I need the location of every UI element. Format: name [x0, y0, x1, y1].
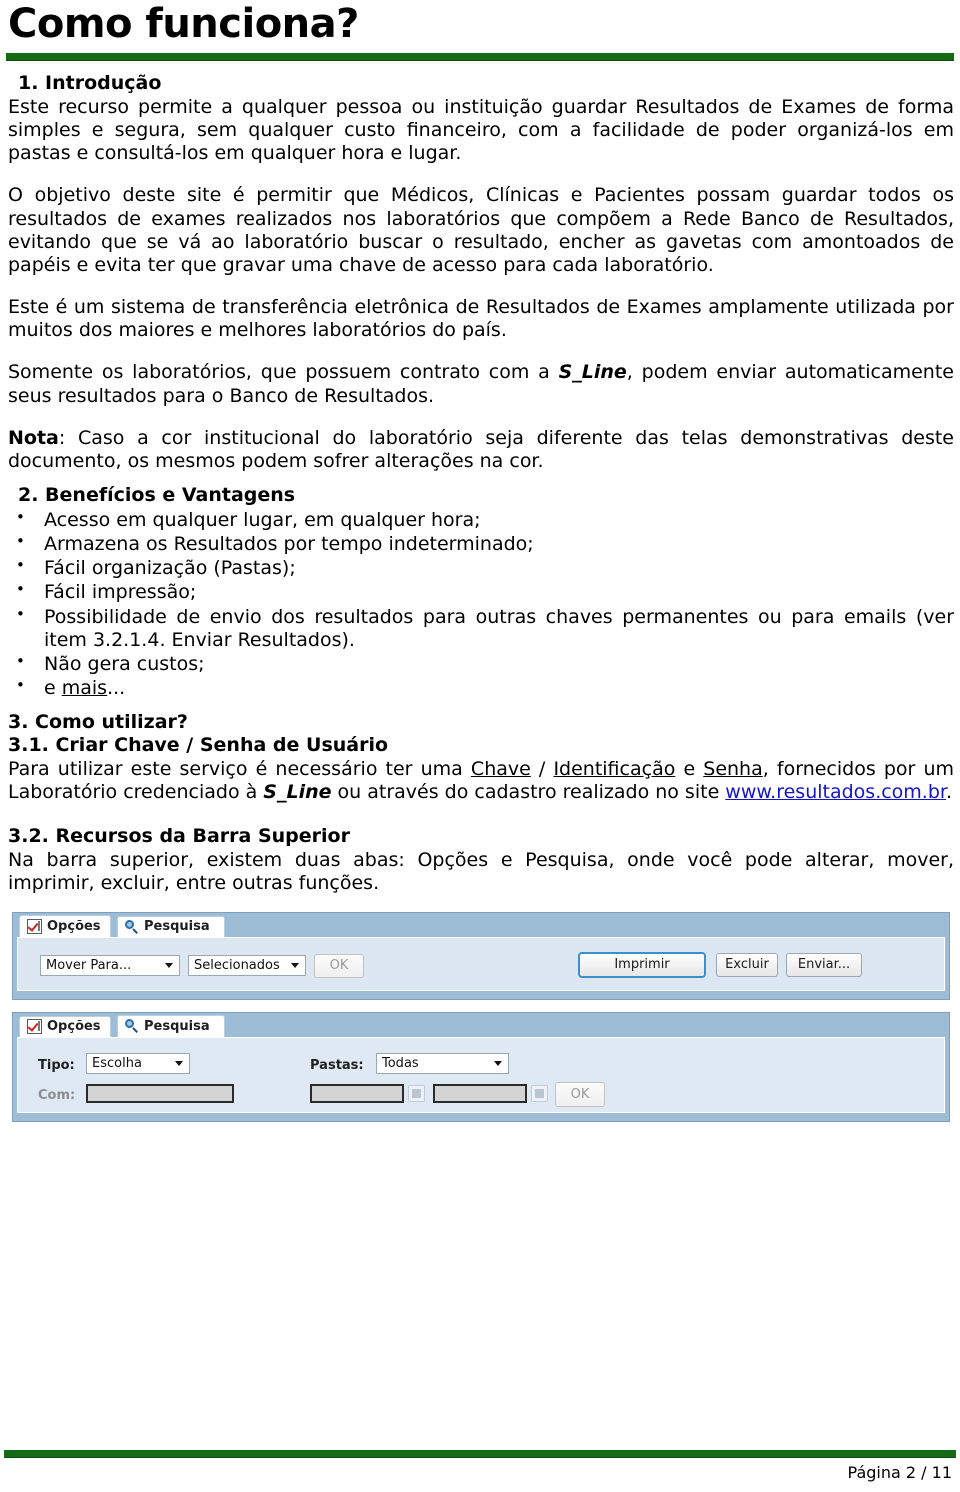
com-input[interactable] [86, 1083, 234, 1103]
paragraph-barra-superior: Na barra superior, existem duas abas: Op… [8, 849, 954, 895]
nota-label: Nota [8, 426, 59, 449]
list-item-mais: e mais... [8, 676, 954, 700]
tipo-select[interactable]: Escolha [86, 1052, 190, 1074]
term-senha: Senha [703, 757, 763, 780]
paragraph-nota: Nota: Caso a cor institucional do labora… [8, 427, 954, 473]
term-and: e [675, 757, 704, 780]
com-label: Com: [38, 1087, 76, 1103]
link-resultados-site[interactable]: www.resultados.com.br [725, 781, 946, 803]
header-divider [6, 53, 954, 61]
brand-sline: S_Line [558, 361, 627, 384]
heading-beneficios: 2. Benefícios e Vantagens [18, 484, 296, 507]
tab-opcoes[interactable]: Opções [19, 1015, 111, 1037]
document-page: Como funciona? 1. Introdução Este recurs… [0, 0, 960, 1492]
checklist-icon [27, 1019, 42, 1035]
magnifier-icon [125, 919, 139, 934]
magnifier-icon [125, 1019, 139, 1033]
criar-chave-d: . [945, 781, 953, 804]
mais-prefix: e [44, 677, 62, 700]
tab-pesquisa[interactable]: Pesquisa [117, 1014, 225, 1037]
mais-link[interactable]: mais [62, 677, 107, 699]
list-item: Armazena os Resultados por tempo indeter… [8, 532, 954, 556]
calendar-icon-from[interactable] [408, 1084, 425, 1102]
pastas-label: Pastas: [310, 1057, 364, 1073]
heading-criar-chave: 3.1. Criar Chave / Senha de Usuário [8, 734, 389, 757]
list-item: Não gera custos; [8, 652, 954, 676]
pastas-select-value: Todas [382, 1055, 419, 1071]
search-panel-body: Tipo: Escolha Pastas: Todas Com: OK [17, 1036, 945, 1113]
tab-pesquisa-label: Pesquisa [144, 919, 210, 935]
mais-suffix: ... [107, 677, 126, 700]
tab-opcoes[interactable]: Opções [19, 914, 111, 937]
nota-text: : Caso a cor institucional do laboratóri… [8, 426, 954, 472]
options-tabstrip: Opções Pesquisa [13, 913, 949, 937]
search-tabstrip: Opções Pesquisa [13, 1013, 949, 1037]
benefits-list: Acesso em qualquer lugar, em qualquer ho… [8, 508, 954, 700]
term-identificacao: Identificação [553, 757, 676, 780]
list-item: Fácil organização (Pastas); [8, 556, 954, 580]
paragraph-intro-4-a: Somente os laboratórios, que possuem con… [8, 361, 559, 384]
date-to-input[interactable] [433, 1083, 527, 1103]
chevron-down-icon [494, 1060, 502, 1066]
term-sep: / [530, 757, 554, 780]
heading-introducao: 1. Introdução [18, 72, 162, 94]
paragraph-intro-3: Este é um sistema de transferência eletr… [8, 296, 954, 342]
paragraph-criar-chave: Para utilizar este serviço é necessário … [8, 758, 954, 804]
list-item: Fácil impressão; [8, 580, 954, 604]
move-to-select[interactable]: Mover Para... [40, 954, 180, 976]
footer-divider [4, 1450, 956, 1458]
options-panel-body: Mover Para... Selecionados OK Imprimir E… [17, 936, 945, 991]
page-title: Como funciona? [8, 1, 359, 47]
date-from-input[interactable] [310, 1083, 404, 1103]
search-ok-button[interactable]: OK [555, 1081, 605, 1107]
tipo-label: Tipo: [38, 1057, 75, 1073]
pastas-select[interactable]: Todas [376, 1052, 509, 1074]
list-item: Acesso em qualquer lugar, em qualquer ho… [8, 508, 954, 532]
term-chave: Chave [470, 757, 531, 780]
print-button[interactable]: Imprimir [578, 951, 706, 978]
delete-button[interactable]: Excluir [716, 952, 778, 977]
chevron-down-icon [175, 1060, 183, 1066]
page-footer: Página 2 / 11 [2, 1450, 958, 1482]
list-item: Possibilidade de envio dos resultados pa… [8, 605, 954, 652]
send-button[interactable]: Enviar... [786, 952, 862, 977]
criar-chave-c: ou através do cadastro realizado no site [331, 781, 726, 804]
paragraph-intro-1: Este recurso permite a qualquer pessoa o… [8, 95, 954, 165]
heading-como-utilizar: 3. Como utilizar? [8, 711, 188, 734]
tab-opcoes-label: Opções [47, 918, 101, 934]
chevron-down-icon [165, 962, 173, 968]
checklist-icon [27, 918, 42, 934]
paragraph-intro-2: O objetivo deste site é permitir que Méd… [8, 184, 954, 276]
tab-pesquisa-label: Pesquisa [144, 1018, 210, 1034]
scope-select[interactable]: Selecionados [188, 954, 306, 976]
brand-sline: S_Line [263, 781, 332, 804]
scope-select-value: Selecionados [194, 957, 280, 973]
calendar-icon-to[interactable] [531, 1084, 548, 1102]
screenshot-search-toolbar: Opções Pesquisa Tipo: Escolha Pastas: To… [12, 1011, 950, 1122]
chevron-down-icon [291, 962, 299, 968]
heading-barra-superior: 3.2. Recursos da Barra Superior [8, 825, 350, 848]
tipo-select-value: Escolha [92, 1055, 142, 1071]
move-to-select-value: Mover Para... [46, 957, 132, 973]
ok-button[interactable]: OK [314, 953, 364, 978]
page-number: Página 2 / 11 [847, 1463, 952, 1482]
paragraph-intro-4: Somente os laboratórios, que possuem con… [8, 361, 954, 407]
tab-opcoes-label: Opções [47, 1019, 101, 1035]
tab-pesquisa[interactable]: Pesquisa [117, 915, 225, 937]
criar-chave-a: Para utilizar este serviço é necessário … [8, 757, 471, 780]
screenshot-options-toolbar: Opções Pesquisa Mover Para... Selecionad… [12, 911, 950, 1000]
